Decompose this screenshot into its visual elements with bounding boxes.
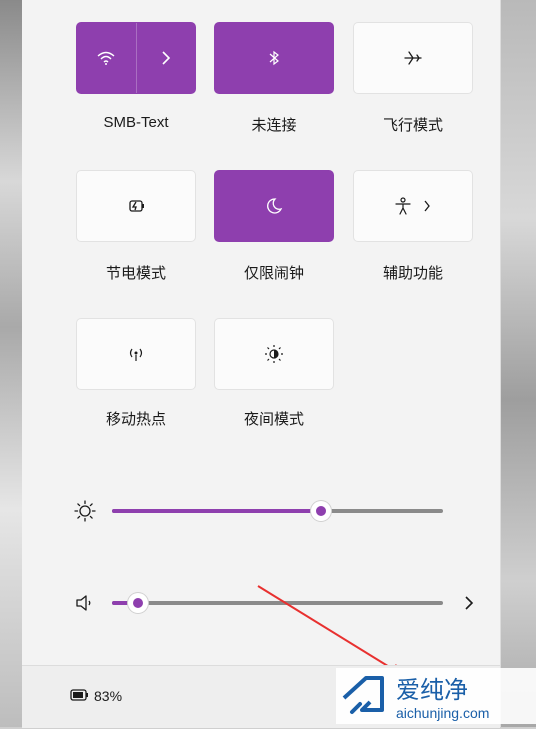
tile-label-accessibility: 辅助功能 — [382, 265, 443, 282]
night-light-icon — [264, 344, 284, 364]
speaker-icon[interactable] — [74, 594, 94, 617]
tile-label-wifi: SMB-Text — [103, 114, 169, 131]
tile-label-focus-assist: 仅限闹钟 — [243, 265, 304, 282]
battery-icon — [70, 688, 90, 704]
chevron-right-icon[interactable] — [464, 595, 474, 616]
bluetooth-icon — [268, 50, 280, 66]
tile-label-night-light: 夜间模式 — [243, 411, 304, 428]
accessibility-tile[interactable] — [353, 170, 473, 242]
wifi-icon[interactable] — [77, 23, 136, 93]
desktop-background-left — [0, 0, 22, 727]
volume-thumb[interactable] — [128, 593, 148, 613]
tile-label-battery-saver: 节电模式 — [105, 265, 166, 282]
tile-label-airplane: 飞行模式 — [382, 117, 443, 134]
chevron-right-icon[interactable] — [136, 23, 195, 93]
battery-percentage: 83% — [94, 688, 123, 704]
brightness-fill — [112, 509, 321, 513]
accessibility-icon — [395, 197, 431, 215]
svg-text:aichunjing.com: aichunjing.com — [396, 705, 489, 721]
tile-label-bluetooth: 未连接 — [251, 117, 297, 134]
moon-icon — [265, 197, 283, 215]
svg-text:爱纯净: 爱纯净 — [396, 676, 468, 704]
brightness-icon — [74, 500, 96, 527]
quick-settings-panel: SMB-Text 未连接 飞行模式 节电模式 仅限闹钟 辅助功能 移动热点 夜间… — [22, 0, 501, 727]
battery-status[interactable]: 83% — [70, 688, 122, 704]
bluetooth-tile[interactable] — [214, 22, 334, 94]
airplane-icon — [404, 50, 422, 66]
desktop-background-right — [500, 0, 536, 727]
battery-saver-icon — [127, 199, 145, 213]
wifi-tile[interactable] — [76, 22, 196, 94]
battery-saver-tile[interactable] — [76, 170, 196, 242]
watermark-logo: 爱纯净 aichunjing.com — [336, 668, 536, 724]
chevron-right-icon[interactable] — [423, 200, 431, 212]
mobile-hotspot-tile[interactable] — [76, 318, 196, 390]
tile-label-hotspot: 移动热点 — [105, 411, 166, 428]
hotspot-icon — [126, 346, 146, 362]
night-light-tile[interactable] — [214, 318, 334, 390]
brightness-thumb[interactable] — [311, 501, 331, 521]
airplane-mode-tile[interactable] — [353, 22, 473, 94]
focus-assist-tile[interactable] — [214, 170, 334, 242]
